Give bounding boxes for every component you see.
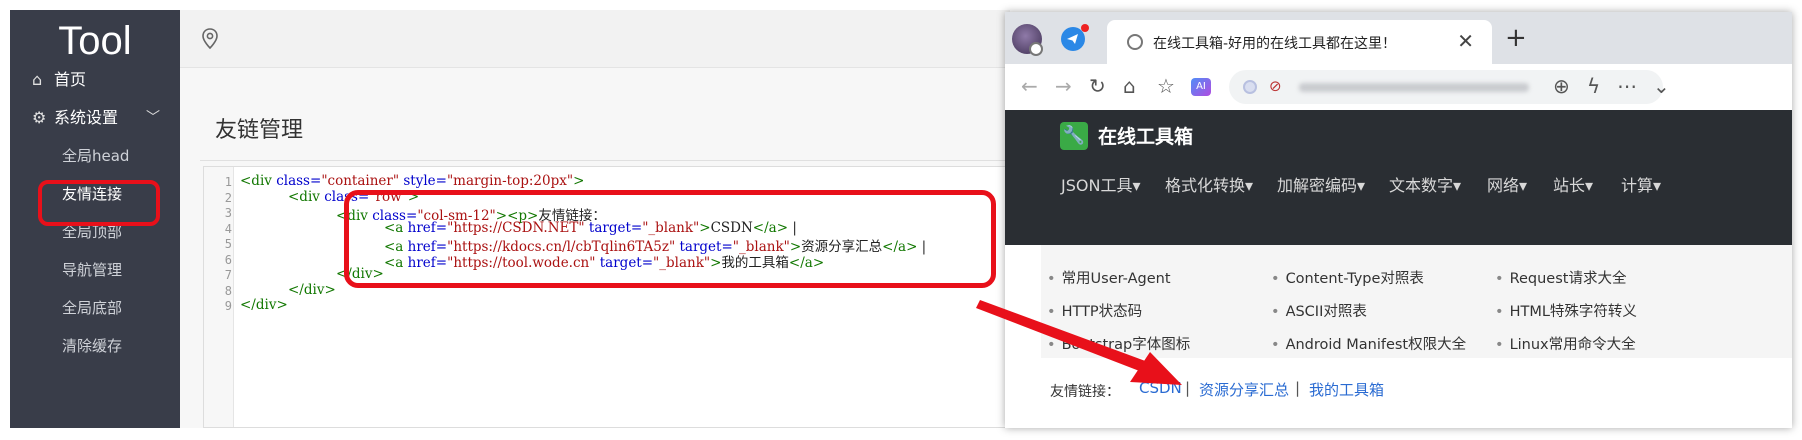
title-divider — [200, 160, 1010, 161]
browser-window: 在线工具箱-好用的在线工具都在这里！ ✕ + ← → ↻ ⌂ ☆ AI ⊘ ⊕ … — [1005, 12, 1792, 428]
brand-name[interactable]: 在线工具箱 — [1098, 122, 1193, 149]
zoom-icon[interactable]: ⊕ — [1553, 74, 1570, 98]
site-info-icon[interactable] — [1243, 80, 1257, 94]
tool-link-label: Request请求大全 — [1509, 271, 1627, 287]
line-number: 5 — [224, 237, 232, 251]
line-number-gutter: 1 2 3 4 5 6 7 8 9 — [204, 167, 234, 427]
code-token: "margin-top:20px" — [446, 173, 574, 189]
back-arrow-icon[interactable]: ← — [1021, 74, 1038, 98]
line-number: 8 — [224, 283, 232, 298]
menu-item-webmaster[interactable]: 站长▾ — [1553, 172, 1593, 196]
links-panel: • 常用User-Agent • Content-Type对照表 • Request请… — [1005, 245, 1792, 428]
nav-home-label: 首页 — [54, 70, 87, 89]
chevron-down-icon: ﹀ — [146, 110, 160, 126]
tool-link-label: Linux常用命令大全 — [1509, 337, 1636, 353]
lightning-icon[interactable]: ϟ — [1587, 74, 1600, 98]
tool-link-label: Content-Type对照表 — [1285, 271, 1424, 287]
refresh-icon[interactable]: ↻ — [1089, 74, 1106, 98]
line-number: 2 — [224, 190, 232, 205]
line-number: 4 — [224, 221, 232, 236]
more-icon[interactable]: ⋯ — [1617, 74, 1637, 98]
tool-link-label: HTML特殊字符转义 — [1509, 304, 1637, 320]
menu-item-format[interactable]: 格式化转换▾ — [1165, 172, 1253, 196]
tool-link[interactable]: • 常用User-Agent — [1047, 267, 1171, 288]
code-token: <div — [288, 188, 325, 205]
code-token: > — [573, 173, 585, 189]
tool-link-label: HTTP状态码 — [1061, 304, 1143, 320]
insecure-lock-icon[interactable]: ⊘ — [1269, 77, 1282, 95]
sidebar-item-global-bottom[interactable]: 全局底部 — [10, 288, 180, 328]
menu-item-network[interactable]: 网络▾ — [1487, 172, 1527, 196]
line-number: 3 — [224, 206, 232, 220]
favorites-icon[interactable]: ☆ — [1157, 74, 1175, 98]
friend-links-label: 友情链接： — [1050, 384, 1120, 400]
menu-item-calc[interactable]: 计算▾ — [1621, 172, 1661, 196]
line-number: 7 — [224, 268, 232, 282]
highlight-box-code — [344, 190, 996, 288]
globe-icon — [1127, 34, 1143, 50]
tab-title: 在线工具箱-好用的在线工具都在这里！ — [1153, 36, 1397, 52]
home-icon: ⌂ — [32, 70, 43, 89]
notification-dot-icon — [1081, 24, 1089, 32]
tool-link-label: 常用User-Agent — [1061, 271, 1171, 287]
tab-active[interactable]: 在线工具箱-好用的在线工具都在这里！ ✕ — [1107, 20, 1492, 64]
tool-link[interactable]: • Android Manifest权限大全 — [1271, 333, 1466, 354]
location-pin-icon[interactable] — [200, 27, 220, 51]
line-number: 1 — [224, 175, 232, 189]
tool-link-label: Bootstrap字体图标 — [1061, 337, 1191, 353]
menu-item-text[interactable]: 文本数字▾ — [1389, 172, 1461, 196]
tools-grid: • 常用User-Agent • Content-Type对照表 • Request请… — [1041, 245, 1792, 358]
top-bar — [180, 10, 1010, 68]
sidebar-item-clear-cache[interactable]: 清除缓存 — [10, 326, 180, 366]
line-number: 9 — [224, 299, 232, 313]
new-tab-plus-icon[interactable]: + — [1505, 23, 1527, 53]
code-token: "container" — [321, 173, 400, 189]
tool-link[interactable]: • HTTP状态码 — [1047, 300, 1142, 321]
tool-link[interactable]: • HTML特殊字符转义 — [1495, 300, 1637, 321]
forward-arrow-icon[interactable]: → — [1055, 74, 1072, 98]
tab-strip: 在线工具箱-好用的在线工具都在这里！ ✕ + — [1005, 12, 1792, 64]
sidebar-item-global-head[interactable]: 全局head — [10, 136, 180, 176]
tool-link[interactable]: • Linux常用命令大全 — [1495, 333, 1636, 354]
tool-link-label: ASCII对照表 — [1285, 304, 1367, 320]
nav-item-settings[interactable]: ⚙ 系统设置 ﹀ — [10, 98, 180, 138]
wrench-icon: 🔧 — [1060, 122, 1088, 150]
friend-link-toolbox[interactable]: 我的工具箱 — [1309, 379, 1384, 400]
code-line-9: </div> — [240, 297, 288, 313]
tool-link[interactable]: • Bootstrap字体图标 — [1047, 333, 1190, 354]
close-icon[interactable]: ✕ — [1457, 29, 1474, 53]
highlight-box-sidebar — [38, 180, 160, 226]
code-token: <div — [240, 173, 277, 189]
link-separator: | — [1185, 379, 1191, 397]
code-line-8: </div> — [288, 281, 336, 298]
code-token: class= — [276, 173, 322, 189]
tool-link-label: Android Manifest权限大全 — [1285, 337, 1467, 353]
profile-badge-icon — [1029, 42, 1043, 56]
tool-link[interactable]: • Request请求大全 — [1495, 267, 1626, 288]
friend-link-csdn[interactable]: CSDN — [1139, 379, 1182, 397]
code-token: style= — [399, 173, 447, 189]
sidebar-item-nav-manage[interactable]: 导航管理 — [10, 250, 180, 290]
chevron-down-icon[interactable]: ⌄ — [1653, 74, 1670, 98]
blurred-url — [1299, 83, 1529, 92]
page-title: 友链管理 — [215, 118, 304, 143]
line-number: 6 — [224, 252, 232, 267]
link-separator: | — [1295, 379, 1301, 397]
friend-link-resources[interactable]: 资源分享汇总 — [1199, 379, 1289, 400]
gear-icon: ⚙ — [32, 108, 47, 127]
tool-link[interactable]: • ASCII对照表 — [1271, 300, 1367, 321]
site-header: 🔧 在线工具箱 JSON工具▾ 格式化转换▾ 加解密编码▾ 文本数字▾ 网络▾ … — [1005, 110, 1792, 245]
code-line-1: <div class="container" style="margin-top… — [240, 173, 584, 189]
ai-icon[interactable]: AI — [1191, 78, 1211, 96]
nav-settings-label: 系统设置 — [54, 108, 119, 127]
home-icon[interactable]: ⌂ — [1123, 74, 1136, 98]
browser-toolbar: ← → ↻ ⌂ ☆ AI ⊘ ⊕ ϟ ⋯ ⌄ — [1005, 64, 1792, 110]
tool-link[interactable]: • Content-Type对照表 — [1271, 267, 1424, 288]
menu-item-json[interactable]: JSON工具▾ — [1061, 172, 1140, 196]
menu-item-crypto[interactable]: 加解密编码▾ — [1277, 172, 1365, 196]
nav-item-home[interactable]: ⌂ 首页 — [10, 60, 180, 100]
